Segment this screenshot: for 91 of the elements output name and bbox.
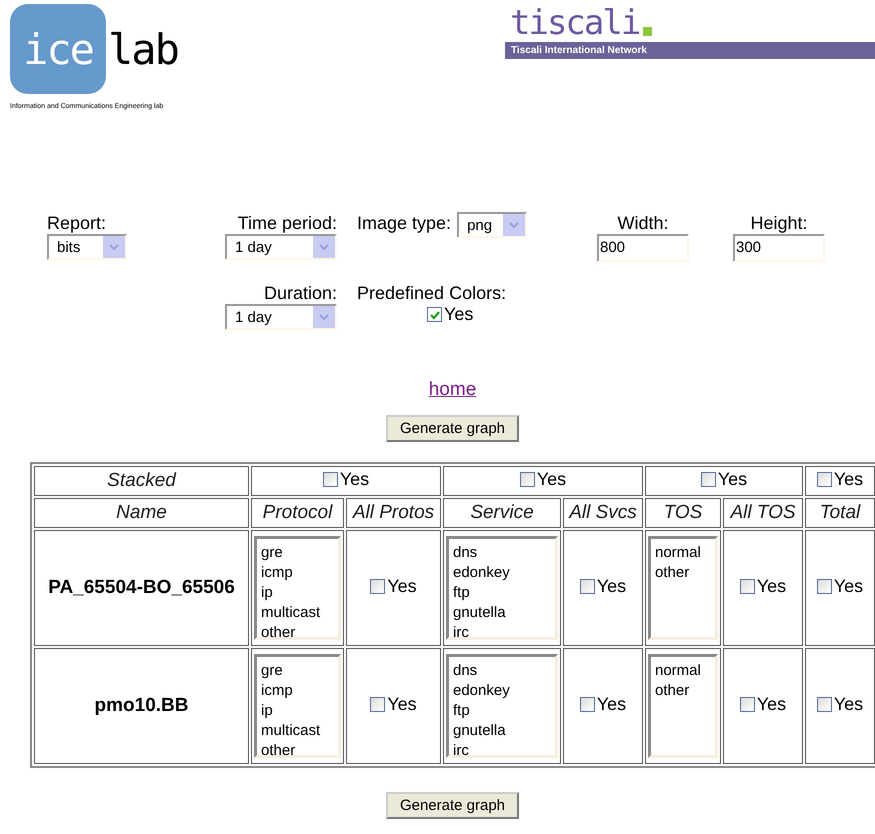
report-select[interactable]: bits xyxy=(47,234,127,260)
field-label: Width: xyxy=(617,212,668,234)
list-option[interactable]: irc xyxy=(453,623,469,643)
checkbox[interactable] xyxy=(740,697,755,712)
checkbox[interactable] xyxy=(816,579,832,594)
list-option[interactable]: multicast xyxy=(261,721,320,741)
logo-tagline: Tiscali International Network xyxy=(511,45,647,56)
table-header: Stacked xyxy=(34,466,249,496)
checkbox[interactable] xyxy=(816,472,832,487)
list-option[interactable]: ftp xyxy=(453,701,470,721)
checkbox[interactable] xyxy=(580,697,595,712)
list-option[interactable]: normal xyxy=(655,661,701,681)
checkbox[interactable] xyxy=(580,579,595,594)
column-header: Service xyxy=(470,502,534,523)
checkbox[interactable] xyxy=(700,472,716,487)
list-box[interactable]: gre icmp ip multicast other xyxy=(254,536,341,640)
field-label: Height: xyxy=(750,212,808,234)
logo-text: lab xyxy=(108,24,178,74)
list-option[interactable]: ip xyxy=(261,701,273,721)
row-name: PA_65504-BO_65506 xyxy=(48,577,235,598)
height-input[interactable]: 300 xyxy=(733,234,825,262)
checkbox[interactable] xyxy=(520,472,535,487)
checkbox-label: Yes xyxy=(834,576,864,597)
list-option[interactable]: dns xyxy=(453,661,478,681)
checkbox-label: Yes xyxy=(718,469,748,490)
field-label: Report: xyxy=(47,212,106,234)
list-option[interactable]: gnutella xyxy=(453,603,506,623)
duration-select[interactable]: 1 day xyxy=(225,304,337,330)
checkbox-label: Yes xyxy=(536,469,566,490)
checkbox-label: Yes xyxy=(756,576,786,597)
list-box[interactable]: normal other xyxy=(648,654,718,758)
checkbox-label: Yes xyxy=(444,304,474,325)
list-option[interactable]: gre xyxy=(261,661,283,681)
checkbox-label: Yes xyxy=(596,694,626,715)
home-link[interactable]: home xyxy=(428,379,476,400)
list-option[interactable]: dns xyxy=(453,543,478,563)
list-option[interactable]: irc xyxy=(453,741,469,761)
checkbox-label: Yes xyxy=(387,576,417,597)
field-label: Image type: xyxy=(357,212,452,234)
list-option[interactable]: ip xyxy=(261,583,273,603)
dropdown-icon xyxy=(313,306,335,328)
checkbox-label: Yes xyxy=(387,694,417,715)
checkbox[interactable] xyxy=(370,579,386,594)
list-option[interactable]: edonkey xyxy=(453,681,510,701)
list-option[interactable]: icmp xyxy=(261,563,293,583)
logo-text: tiscali xyxy=(510,4,640,42)
checkbox[interactable] xyxy=(370,697,386,712)
column-header: All Svcs xyxy=(569,502,637,523)
column-header: All TOS xyxy=(730,502,796,523)
generate-graph-button[interactable]: Generate graph xyxy=(386,792,520,819)
checkbox-label: Yes xyxy=(596,576,626,597)
checkbox[interactable] xyxy=(322,472,338,487)
list-option[interactable]: multicast xyxy=(261,603,320,623)
list-box[interactable]: normal other xyxy=(648,536,718,640)
dropdown-icon xyxy=(313,236,335,258)
dropdown-icon xyxy=(503,214,526,236)
time-period-select[interactable]: 1 day xyxy=(225,234,337,260)
list-option[interactable]: ftp xyxy=(453,583,470,603)
list-option[interactable]: other xyxy=(261,741,296,761)
list-box[interactable]: dns edonkey ftp gnutella irc xyxy=(446,654,558,758)
column-header: All Protos xyxy=(352,502,434,523)
column-header: Total xyxy=(820,502,860,523)
checkbox[interactable] xyxy=(816,697,832,712)
list-option[interactable]: other xyxy=(261,623,296,643)
column-header: Name xyxy=(116,502,167,523)
list-box[interactable]: gre icmp ip multicast other xyxy=(254,654,341,758)
checkbox-label: Yes xyxy=(340,469,370,490)
field-label: Duration: xyxy=(264,282,337,304)
logo-text: ice xyxy=(10,4,106,94)
column-header: Protocol xyxy=(262,502,332,523)
image-type-select[interactable]: png xyxy=(457,212,528,238)
width-input[interactable]: 800 xyxy=(597,234,689,262)
checkbox-label: Yes xyxy=(834,694,864,715)
field-label: Time period: xyxy=(238,212,337,234)
row-name: pmo10.BB xyxy=(94,695,188,716)
field-label: Predefined Colors: xyxy=(357,282,506,304)
checkbox[interactable] xyxy=(427,307,442,322)
list-option[interactable]: gre xyxy=(261,543,283,563)
column-header: TOS xyxy=(664,502,702,523)
list-option[interactable]: icmp xyxy=(261,681,293,701)
list-option[interactable]: edonkey xyxy=(453,563,510,583)
list-option[interactable]: gnutella xyxy=(453,721,506,741)
list-option[interactable]: normal xyxy=(655,543,701,563)
list-box[interactable]: dns edonkey ftp gnutella irc xyxy=(446,536,558,640)
list-option[interactable]: other xyxy=(655,563,690,583)
dropdown-icon xyxy=(103,236,125,258)
generate-graph-button[interactable]: Generate graph xyxy=(386,415,520,442)
list-option[interactable]: other xyxy=(655,681,690,701)
checkbox-label: Yes xyxy=(834,469,864,490)
checkbox[interactable] xyxy=(740,579,755,594)
checkbox-label: Yes xyxy=(756,694,786,715)
